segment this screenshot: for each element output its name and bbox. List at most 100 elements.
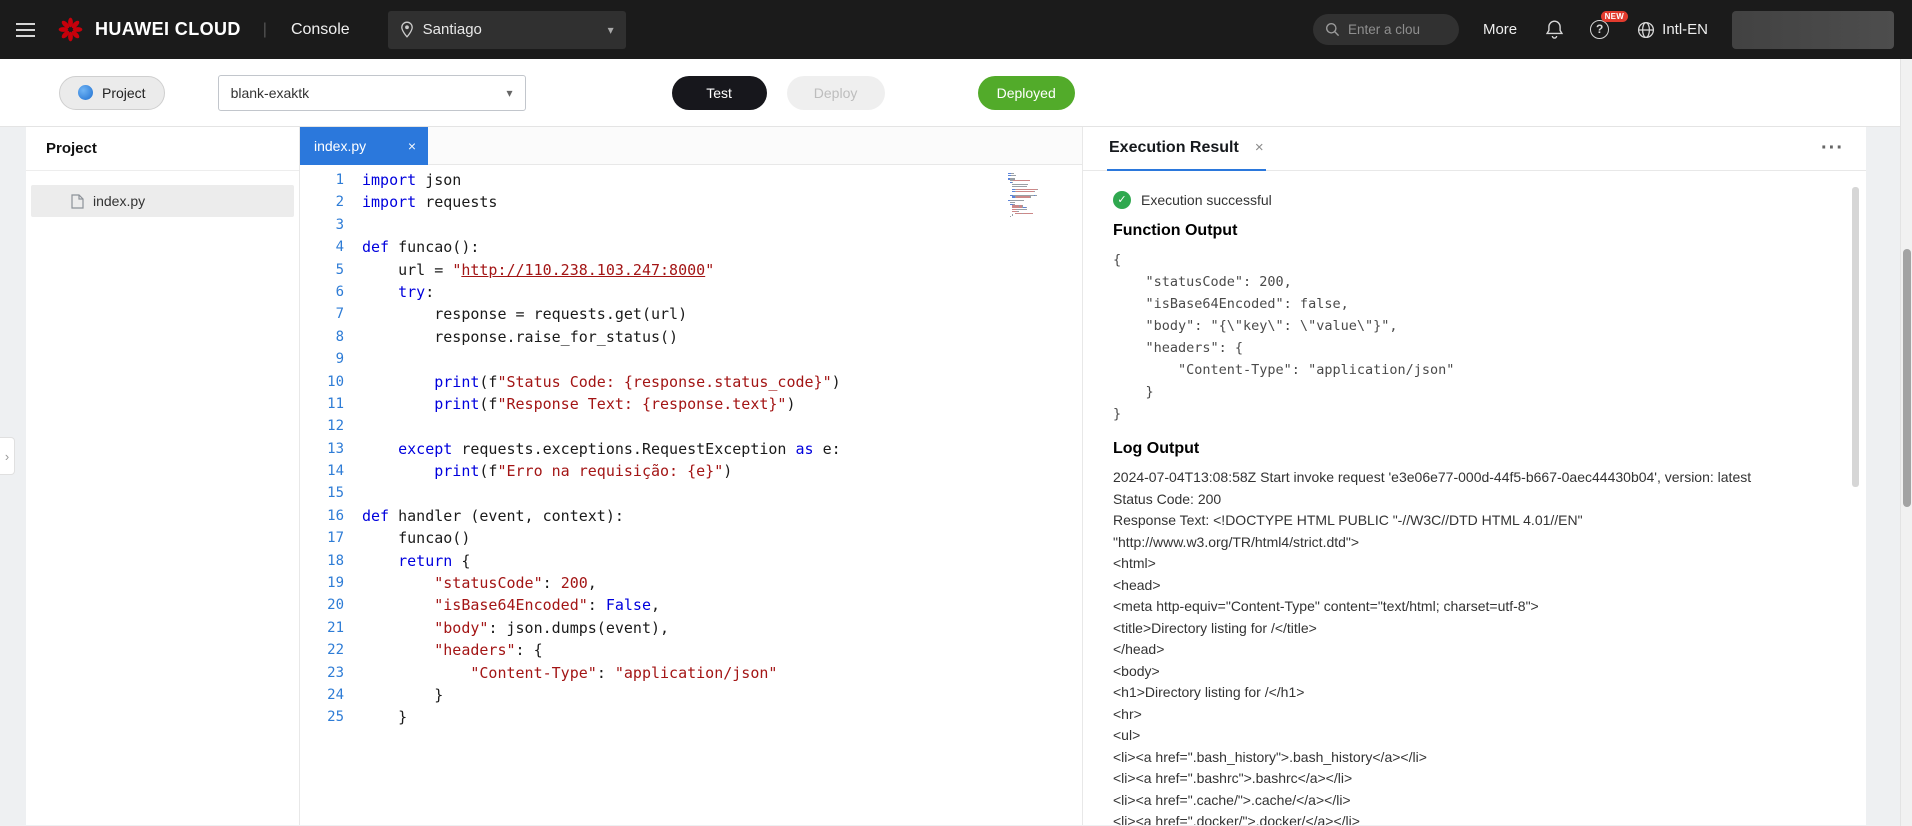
- code-line: try:: [362, 281, 1082, 303]
- function-output-line: "statusCode": 200,: [1113, 271, 1826, 293]
- function-output-line: }: [1113, 403, 1826, 425]
- scrollbar-thumb[interactable]: [1903, 249, 1911, 507]
- function-output-line: "Content-Type": "application/json": [1113, 359, 1826, 381]
- browser-scrollbar[interactable]: [1900, 59, 1912, 826]
- file-list: index.py: [26, 185, 299, 217]
- line-number: 2: [300, 191, 344, 213]
- result-panel-header: Execution Result × ···: [1083, 127, 1866, 171]
- bell-icon: [1545, 19, 1564, 40]
- line-number: 10: [300, 371, 344, 393]
- project-button-label: Project: [102, 85, 146, 101]
- log-output-line: <li><a href=".bash_history">.bash_histor…: [1113, 747, 1826, 769]
- test-button[interactable]: Test: [672, 76, 767, 110]
- more-options-icon[interactable]: ···: [1821, 137, 1844, 160]
- code-line: "Content-Type": "application/json": [362, 662, 1082, 684]
- global-search[interactable]: [1313, 14, 1459, 45]
- deploy-button[interactable]: Deploy: [787, 76, 885, 110]
- line-number: 17: [300, 527, 344, 549]
- line-number: 19: [300, 572, 344, 594]
- code-line: response.raise_for_status(): [362, 326, 1082, 348]
- code-line: response = requests.get(url): [362, 303, 1082, 325]
- line-number: 9: [300, 348, 344, 370]
- huawei-flower-icon: [58, 17, 83, 42]
- log-output-line: Status Code: 200: [1113, 489, 1826, 511]
- menu-icon[interactable]: [16, 19, 38, 41]
- tab-index-py[interactable]: index.py ×: [300, 127, 428, 165]
- result-panel-title: Execution Result: [1109, 139, 1239, 157]
- function-select[interactable]: blank-exaktk ▾: [218, 75, 526, 111]
- region-select[interactable]: Santiago ▾: [388, 11, 626, 49]
- code-line: def funcao():: [362, 236, 1082, 258]
- execution-result-tab[interactable]: Execution Result ×: [1107, 127, 1266, 171]
- region-label: Santiago: [423, 21, 482, 38]
- code-line: "headers": {: [362, 639, 1082, 661]
- line-number: 18: [300, 550, 344, 572]
- line-number: 21: [300, 617, 344, 639]
- user-account-menu[interactable]: [1732, 11, 1894, 49]
- line-number: 8: [300, 326, 344, 348]
- globe-icon: [1637, 21, 1655, 39]
- brand-text: HUAWEI CLOUD: [95, 19, 241, 40]
- code-editor[interactable]: 1234567891011121314151617181920212223242…: [300, 165, 1082, 825]
- log-output-line: <li><a href=".cache/">.cache/</a></li>: [1113, 790, 1826, 812]
- search-input[interactable]: [1348, 22, 1444, 37]
- result-panel-body: ✓ Execution successful Function Output {…: [1083, 171, 1866, 825]
- line-number: 3: [300, 214, 344, 236]
- file-icon: [71, 194, 84, 209]
- code-line: [362, 482, 1082, 504]
- main-content: Project index.py index.py × 123456789101…: [0, 127, 1912, 825]
- code-editor-panel: index.py × 12345678910111213141516171819…: [300, 127, 1083, 825]
- project-icon: [78, 85, 93, 100]
- line-number: 25: [300, 706, 344, 728]
- line-number: 20: [300, 594, 344, 616]
- code-line: [362, 415, 1082, 437]
- code-line: }: [362, 706, 1082, 728]
- huawei-logo: [58, 17, 83, 42]
- language-label: Intl-EN: [1662, 21, 1708, 38]
- function-output-line: {: [1113, 249, 1826, 271]
- code-line: }: [362, 684, 1082, 706]
- minimap[interactable]: [1008, 173, 1066, 218]
- console-link[interactable]: Console: [291, 21, 350, 39]
- tab-label: index.py: [314, 138, 366, 154]
- code-line: print(f"Erro na requisição: {e}"): [362, 460, 1082, 482]
- log-output-line: <body>: [1113, 661, 1826, 683]
- search-icon: [1325, 22, 1340, 37]
- tab-close-icon[interactable]: ×: [408, 138, 416, 154]
- line-number: 1: [300, 169, 344, 191]
- code-line: url = "http://110.238.103.247:8000": [362, 259, 1082, 281]
- code-line: funcao(): [362, 527, 1082, 549]
- function-output-line: "body": "{\"key\": \"value\"}",: [1113, 315, 1826, 337]
- code-line: print(f"Status Code: {response.status_co…: [362, 371, 1082, 393]
- notifications-button[interactable]: [1545, 19, 1564, 40]
- function-output-line: }: [1113, 381, 1826, 403]
- code-lines: import jsonimport requestsdef funcao(): …: [362, 169, 1082, 825]
- chevron-down-icon: ▾: [608, 23, 614, 37]
- deployed-status-badge: Deployed: [978, 76, 1075, 110]
- line-number: 24: [300, 684, 344, 706]
- result-panel-scrollbar[interactable]: [1852, 187, 1859, 487]
- log-output-title: Log Output: [1113, 439, 1826, 459]
- code-line: import json: [362, 169, 1082, 191]
- log-output-line: 2024-07-04T13:08:58Z Start invoke reques…: [1113, 467, 1826, 489]
- more-link[interactable]: More: [1483, 21, 1517, 38]
- line-number: 13: [300, 438, 344, 460]
- line-number: 14: [300, 460, 344, 482]
- sidebar-collapse-toggle[interactable]: ›: [0, 437, 15, 475]
- result-close-icon[interactable]: ×: [1255, 139, 1264, 156]
- help-button[interactable]: ? NEW: [1590, 20, 1609, 39]
- line-numbers: 1234567891011121314151617181920212223242…: [300, 169, 362, 825]
- line-number: 11: [300, 393, 344, 415]
- code-line: "body": json.dumps(event),: [362, 617, 1082, 639]
- left-gutter: [0, 127, 26, 825]
- log-output-line: <ul>: [1113, 725, 1826, 747]
- log-output-line: Response Text: <!DOCTYPE HTML PUBLIC "-/…: [1113, 510, 1826, 532]
- file-item[interactable]: index.py: [31, 185, 294, 217]
- log-output-line: <hr>: [1113, 704, 1826, 726]
- project-panel: Project index.py: [26, 127, 300, 825]
- line-number: 5: [300, 259, 344, 281]
- project-button[interactable]: Project: [59, 76, 165, 110]
- log-output-line: "http://www.w3.org/TR/html4/strict.dtd">: [1113, 532, 1826, 554]
- log-output-line: <h1>Directory listing for /</h1>: [1113, 682, 1826, 704]
- language-selector[interactable]: Intl-EN: [1637, 21, 1708, 39]
